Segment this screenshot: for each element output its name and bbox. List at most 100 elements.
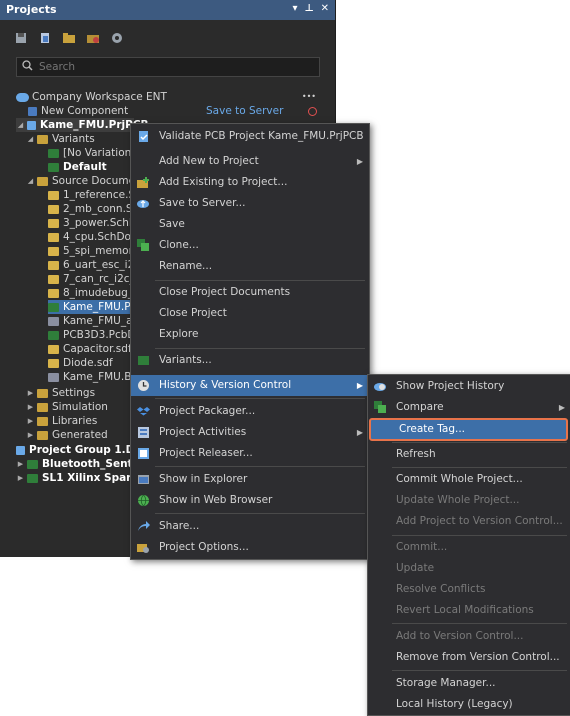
project-group-icon: [16, 445, 25, 455]
document-item[interactable]: 6_uart_esc_i2c: [48, 258, 140, 272]
expand-arrow-icon[interactable]: ▶: [26, 428, 35, 442]
submenu-item-remove-from-vc[interactable]: Remove from Version Control...: [368, 647, 570, 668]
submenu-item-create-tag[interactable]: Create Tag...: [369, 418, 568, 441]
document-item[interactable]: PCB3D3.PcbDo: [48, 328, 142, 342]
document-label: Diode.sdf: [63, 357, 113, 369]
project-icon: [27, 473, 38, 483]
schematic-doc-icon: [48, 246, 59, 256]
menu-item-validate[interactable]: Validate PCB Project Kame_FMU.PrjPCB: [131, 126, 369, 147]
simulation-folder[interactable]: ▶ Simulation: [26, 400, 108, 414]
settings-folder[interactable]: ▶ Settings: [26, 386, 95, 400]
variants-folder[interactable]: ◢ Variants: [26, 132, 95, 146]
submenu-item-add-project-vc: Add Project to Version Control...: [396, 515, 563, 527]
menu-item-show-in-browser[interactable]: Show in Web Browser: [131, 490, 369, 511]
default-variant-item[interactable]: Default: [48, 160, 107, 174]
menu-separator: [392, 467, 567, 468]
submenu-item-refresh[interactable]: Refresh: [368, 444, 570, 465]
submenu-item-compare[interactable]: Compare ▶: [368, 397, 570, 418]
submenu-item-storage-manager[interactable]: Storage Manager...: [368, 673, 570, 694]
collapse-arrow-icon[interactable]: ◢: [26, 174, 35, 188]
folder-settings-icon[interactable]: [86, 31, 100, 45]
expand-arrow-icon[interactable]: ▶: [26, 386, 35, 400]
new-component-row[interactable]: New Component Save to Server: [28, 104, 318, 118]
submenu-item-commit: Commit...: [396, 541, 448, 553]
menu-item-explore[interactable]: Explore: [131, 324, 369, 345]
document-item[interactable]: 4_cpu.SchDoc: [48, 230, 137, 244]
open-folder-icon[interactable]: [62, 31, 76, 45]
folder-icon: [37, 402, 48, 412]
menu-item-project-releaser[interactable]: Project Releaser...: [131, 443, 369, 464]
menu-item-rename[interactable]: Rename...: [131, 256, 369, 277]
gear-icon[interactable]: [110, 31, 124, 45]
folder-icon: [37, 416, 48, 426]
source-documents-label: Source Documen: [52, 175, 142, 187]
panel-menu-button[interactable]: ▾: [292, 3, 297, 14]
menu-item-project-options[interactable]: Project Options...: [131, 537, 369, 558]
submenu-item-show-history[interactable]: Show Project History: [368, 376, 570, 397]
options-icon: [137, 544, 149, 553]
history-icon: [138, 380, 149, 391]
close-panel-button[interactable]: ✕: [321, 3, 329, 14]
menu-item-share[interactable]: Share...: [131, 516, 369, 537]
pcb-doc-icon: [48, 302, 59, 312]
submenu-item-commit-whole[interactable]: Commit Whole Project...: [368, 469, 570, 490]
workspace-row[interactable]: Company Workspace ENT •••: [16, 90, 316, 104]
menu-separator: [155, 280, 365, 281]
modified-indicator-icon: [308, 107, 317, 116]
menu-item-close-project[interactable]: Close Project: [131, 303, 369, 324]
menu-item-add-new[interactable]: Add New to Project ▶: [131, 151, 369, 172]
panel-title-bar: Projects ▾ ⊥ ✕: [0, 0, 335, 20]
selected-document-item[interactable]: Kame_FMU.Pcb: [48, 300, 143, 314]
menu-item-project-packager[interactable]: Project Packager...: [131, 401, 369, 422]
expand-arrow-icon[interactable]: ▶: [26, 414, 35, 428]
document-item[interactable]: 5_spi_memory.: [48, 244, 141, 258]
search-icon: [22, 60, 33, 74]
collapse-arrow-icon[interactable]: ◢: [26, 132, 35, 146]
expand-arrow-icon[interactable]: ▶: [26, 400, 35, 414]
search-input[interactable]: [37, 59, 311, 75]
folder-label: Generated: [52, 429, 108, 441]
collapse-arrow-icon[interactable]: ◢: [16, 118, 25, 132]
cloud-upload-icon: [137, 200, 149, 208]
variant-icon: [48, 148, 59, 158]
menu-item-project-activities[interactable]: Project Activities ▶: [131, 422, 369, 443]
save-to-server-link[interactable]: Save to Server: [206, 104, 283, 118]
submenu-item-local-history[interactable]: Local History (Legacy): [368, 694, 570, 715]
menu-separator: [155, 513, 365, 514]
releaser-icon: [138, 448, 149, 459]
document-item[interactable]: Diode.sdf: [48, 356, 113, 370]
schematic-doc-icon: [48, 190, 59, 200]
document-item[interactable]: 8_imudebug_c: [48, 286, 139, 300]
menu-item-add-existing[interactable]: Add Existing to Project...: [131, 172, 369, 193]
pin-button[interactable]: ⊥: [304, 3, 313, 14]
generated-folder[interactable]: ▶ Generated: [26, 428, 108, 442]
folder-label: Simulation: [52, 401, 108, 413]
menu-item-clone[interactable]: Clone...: [131, 235, 369, 256]
workspace-label: Company Workspace ENT: [32, 91, 167, 103]
menu-item-show-in-explorer[interactable]: Show in Explorer: [131, 469, 369, 490]
schematic-doc-icon: [48, 232, 59, 242]
schematic-doc-icon: [48, 218, 59, 228]
no-variations-item[interactable]: [No Variations]: [48, 146, 141, 160]
menu-separator: [155, 348, 365, 349]
open-project-icon[interactable]: [38, 31, 52, 45]
menu-item-variants[interactable]: Variants...: [131, 350, 369, 371]
project-icon: [27, 459, 38, 469]
folder-label: Settings: [52, 387, 96, 399]
component-icon: [28, 106, 37, 116]
libraries-folder[interactable]: ▶ Libraries: [26, 414, 98, 428]
menu-item-save[interactable]: Save: [131, 214, 369, 235]
sim-doc-icon: [48, 344, 59, 354]
expand-arrow-icon[interactable]: ▶: [16, 471, 25, 485]
menu-item-close-documents[interactable]: Close Project Documents: [131, 282, 369, 303]
menu-item-history-version-control[interactable]: History & Version Control ▶: [131, 375, 369, 396]
expand-arrow-icon[interactable]: ▶: [16, 457, 25, 471]
document-label: 6_uart_esc_i2c: [63, 259, 141, 271]
document-item[interactable]: Capacitor.sdf: [48, 342, 132, 356]
save-icon[interactable]: [14, 31, 28, 45]
schematic-doc-icon: [48, 288, 59, 298]
project-row[interactable]: ◢ Kame_FMU.PrjPCB: [16, 118, 149, 132]
workspace-more-button[interactable]: •••: [302, 90, 316, 104]
source-documents-folder[interactable]: ◢ Source Documen: [26, 174, 142, 188]
menu-item-save-to-server[interactable]: Save to Server...: [131, 193, 369, 214]
